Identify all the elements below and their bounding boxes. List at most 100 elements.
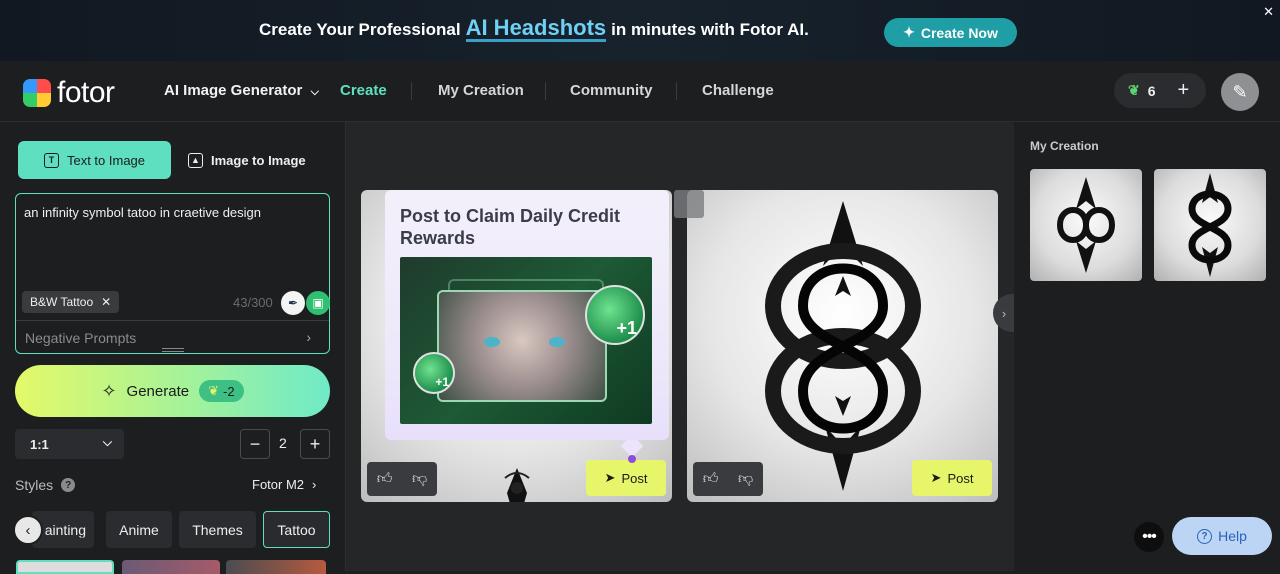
product-dropdown[interactable]: AI Image Generator ⌵ [164,82,319,99]
product-dropdown-label: AI Image Generator [164,82,303,99]
top-nav: fotor AI Image Generator ⌵ Create My Cre… [0,61,1280,122]
promo-banner: Create Your Professional AI Headshots in… [0,0,1280,61]
banner-text-after: in minutes with Fotor AI. [611,20,809,39]
credits-pill[interactable]: ❦ 6 + [1114,73,1206,108]
nav-divider [545,82,546,100]
tab-image-to-image-label: Image to Image [211,152,306,168]
styles-label: Styles [15,477,54,493]
close-icon[interactable]: ✕ [101,295,111,309]
user-avatar-icon[interactable]: ✎ [1221,73,1259,111]
banner-text: Create Your Professional AI Headshots in… [259,17,809,42]
credits-count: 6 [1147,82,1156,99]
my-creation-title: My Creation [1030,139,1099,153]
nav-divider [411,82,412,100]
image-count: 2 [279,435,287,451]
sparkle-wand-icon: ✧ [101,380,117,401]
thumbs-down-icon[interactable]: 👎︎ [412,470,427,488]
thumbs-down-icon[interactable]: 👎︎ [738,470,753,488]
banner-highlight: AI Headshots [465,15,607,42]
tooltip-illustration: +1 +1 [400,257,652,424]
style-chip[interactable]: B&W Tattoo ✕ [22,291,120,313]
thumbs-up-icon[interactable]: 👍︎ [703,470,719,488]
nav-create[interactable]: Create [340,82,387,99]
tattoo-image [764,201,921,491]
image-icon: ▲ [188,152,203,168]
close-icon[interactable]: ✕ [1263,4,1274,20]
model-selector[interactable]: Fotor M2 › [252,477,316,492]
generate-label: Generate [126,382,190,400]
style-thumbnail[interactable] [122,560,220,574]
robot-icon[interactable]: ▣ [306,291,330,315]
banner-text-before: Create Your Professional [259,20,461,39]
feedback-bar: 👍︎ 👎︎ [367,462,437,496]
style-tab-themes[interactable]: Themes [179,511,256,548]
leaf-badge-small: +1 [413,352,455,394]
styles-heading: Styles ? [15,477,76,493]
nav-community[interactable]: Community [570,82,653,99]
chevron-right-icon: › [1001,305,1007,321]
negative-prompts-row[interactable]: Negative Prompts › [16,320,329,354]
nav-my-creation[interactable]: My Creation [438,82,524,99]
increment-button[interactable]: + [300,429,330,459]
fotor-logo[interactable]: fotor [23,76,115,110]
generate-cost: -2 [222,383,235,399]
create-now-label: Create Now [920,24,998,41]
fotor-logo-text: fotor [57,76,115,109]
post-button[interactable]: ➤ Post [912,460,992,496]
tab-text-to-image[interactable]: T Text to Image [18,141,171,179]
post-label: Post [947,470,974,486]
negative-prompts-label: Negative Prompts [25,330,137,346]
prompt-enhance-icon[interactable]: ✒ [281,291,305,315]
feedback-bar: 👍︎ 👎︎ [693,462,763,496]
minus-icon: − [249,433,261,454]
plus-icon[interactable]: + [1178,79,1190,102]
char-count: 43/300 [233,295,273,310]
creation-thumbnail[interactable] [1030,169,1142,281]
tab-text-to-image-label: Text to Image [66,152,146,168]
style-thumbnail[interactable] [16,560,114,574]
elf-portrait [437,290,607,402]
thumbs-up-icon[interactable]: 👍︎ [377,470,393,488]
chevron-down-icon: ⌵ [310,86,319,98]
create-now-button[interactable]: ✦ Create Now [884,18,1017,47]
style-chip-label: B&W Tattoo [30,295,94,309]
badge-large-text: +1 [616,318,637,338]
style-thumbnail[interactable] [226,560,326,574]
nav-challenge[interactable]: Challenge [702,82,774,99]
style-tab-tattoo[interactable]: Tattoo [263,511,330,548]
result-card[interactable]: 👍︎ 👎︎ ➤ Post [687,190,998,502]
post-button[interactable]: ➤ Post [586,460,666,496]
generate-cost-badge: ❦ -2 [199,380,244,402]
plus-icon: + [309,433,321,454]
portrait-eye [484,337,500,347]
tooltip-title: Post to Claim Daily Credit Rewards [400,206,621,248]
post-label: Post [621,470,648,486]
generate-button[interactable]: ✧ Generate ❦ -2 [15,365,330,417]
creation-thumbnail[interactable] [1154,169,1266,281]
aspect-ratio-value: 1:1 [30,436,49,452]
style-tab-anime[interactable]: Anime [106,511,172,548]
help-question-icon[interactable]: ? [61,478,76,492]
chevron-left-icon[interactable]: ‹ [13,515,43,545]
badge-small-text: +1 [435,375,449,389]
text-icon: T [43,152,59,168]
send-icon: ➤ [930,470,942,485]
my-creation-panel: My Creation [1014,122,1280,571]
nav-divider [676,82,677,100]
help-button[interactable]: ? Help [1172,517,1272,555]
fotor-logo-mark [23,79,51,107]
magic-wand-icon: ✦ [903,24,915,40]
chevron-right-icon: › [312,477,317,492]
left-panel: T Text to Image ▲ Image to Image an infi… [0,122,346,574]
decrement-button[interactable]: − [240,429,270,459]
leaf-icon: ❦ [1128,82,1140,98]
resize-grip-icon[interactable] [162,348,184,352]
tattoo-thumbnail-image [1188,173,1232,277]
tab-image-to-image[interactable]: ▲ Image to Image [188,141,318,179]
portrait-eye [549,337,565,347]
aspect-ratio-select[interactable]: 1:1 ⌵ [15,429,124,459]
send-icon: ➤ [604,470,616,485]
prompt-box: an infinity symbol tatoo in craetive des… [15,193,330,354]
more-dots-icon[interactable]: ••• [1134,522,1164,552]
prompt-input[interactable]: an infinity symbol tatoo in craetive des… [24,205,261,220]
